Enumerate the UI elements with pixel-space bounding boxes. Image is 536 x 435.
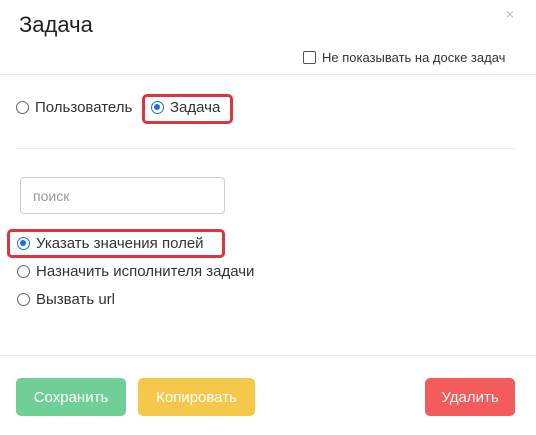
radio-option-assign-executor[interactable]: Назначить исполнителя задачи [17, 263, 254, 280]
dialog-title: Задача [19, 12, 93, 37]
close-icon[interactable]: × [502, 6, 518, 24]
highlight-box-task [142, 94, 233, 124]
hide-on-board-label: Не показывать на доске задач [322, 50, 506, 65]
task-dialog: Задача × Не показывать на доске задач По… [0, 0, 536, 435]
hide-on-board-option[interactable]: Не показывать на доске задач [303, 50, 505, 65]
section-divider [15, 148, 515, 149]
radio-call-url-label: Вызвать url [36, 291, 115, 308]
copy-button[interactable]: Копировать [138, 378, 255, 416]
radio-assign-executor-label: Назначить исполнителя задачи [36, 263, 255, 280]
radio-option-user[interactable]: Пользователь [16, 99, 132, 116]
delete-button[interactable]: Удалить [425, 378, 515, 416]
radio-user-label: Пользователь [35, 99, 133, 116]
radio-call-url[interactable] [17, 293, 30, 306]
hide-on-board-checkbox[interactable] [303, 51, 316, 64]
radio-assign-executor[interactable] [17, 265, 30, 278]
save-button[interactable]: Сохранить [16, 378, 126, 416]
search-input[interactable] [20, 177, 225, 214]
header-divider [0, 74, 536, 75]
radio-user[interactable] [16, 101, 29, 114]
radio-option-call-url[interactable]: Вызвать url [17, 291, 115, 308]
highlight-box-set-field-values [7, 229, 225, 258]
footer-divider [0, 355, 536, 356]
